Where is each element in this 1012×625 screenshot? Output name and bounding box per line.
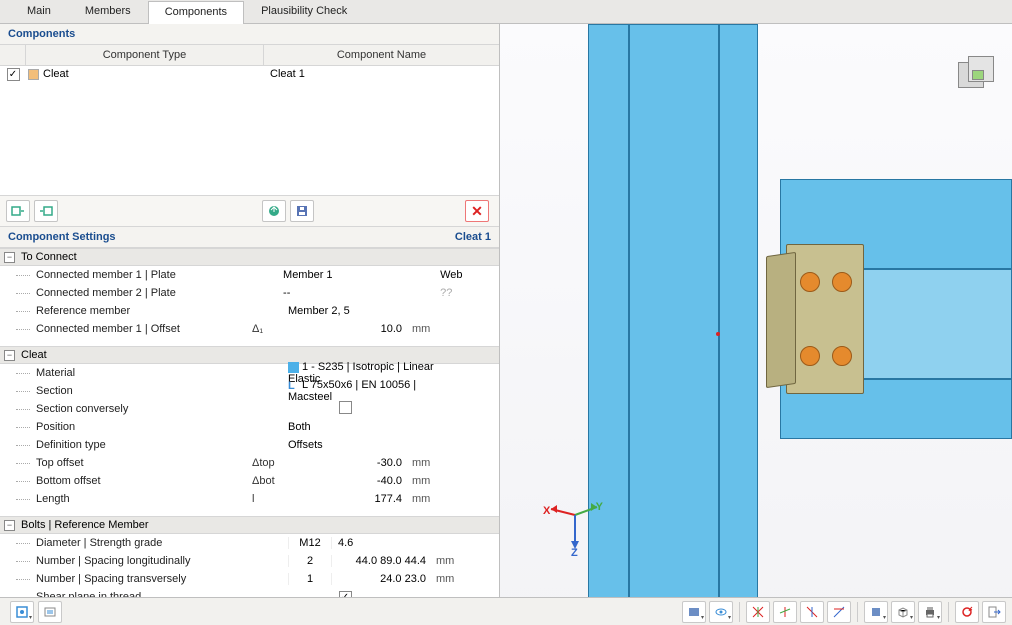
- group-header[interactable]: −Bolts | Reference Member: [0, 516, 499, 534]
- col-component-name[interactable]: Component Name: [264, 45, 499, 65]
- settings-header: Component Settings Cleat 1: [0, 227, 499, 248]
- info-button[interactable]: [38, 601, 62, 623]
- components-header: Components: [0, 24, 499, 45]
- tab-components[interactable]: Components: [148, 1, 244, 24]
- group-header[interactable]: −To Connect: [0, 248, 499, 266]
- property-row[interactable]: Definition typeOffsets: [0, 436, 499, 454]
- collapse-icon[interactable]: −: [4, 520, 15, 531]
- property-row[interactable]: Number | Spacing longitudinally244.0 89.…: [0, 552, 499, 570]
- settings-grid[interactable]: −To ConnectConnected member 1 | PlateMem…: [0, 248, 499, 625]
- property-row[interactable]: Diameter | Strength gradeM124.6: [0, 534, 499, 552]
- axis-neg-x-button[interactable]: [800, 601, 824, 623]
- collapse-icon[interactable]: −: [4, 350, 15, 361]
- expand-all-button[interactable]: [6, 200, 30, 222]
- property-row[interactable]: Reference memberMember 2, 5: [0, 302, 499, 320]
- property-row[interactable]: Connected member 1 | OffsetΔ₁10.0mm: [0, 320, 499, 338]
- shade-button[interactable]: ▾: [864, 601, 888, 623]
- box-button[interactable]: ▾: [891, 601, 915, 623]
- display-button[interactable]: ▾: [682, 601, 706, 623]
- collapse-icon[interactable]: −: [4, 252, 15, 263]
- property-row[interactable]: Number | Spacing transversely124.0 23.0m…: [0, 570, 499, 588]
- row-checkbox[interactable]: ✓: [7, 68, 20, 81]
- delete-button[interactable]: ✕: [465, 200, 489, 222]
- visibility-button[interactable]: ▾: [709, 601, 733, 623]
- left-pane: Components Component Type Component Name…: [0, 24, 500, 625]
- origin-marker: [716, 332, 720, 336]
- tab-members[interactable]: Members: [68, 0, 148, 23]
- property-row[interactable]: PositionBoth: [0, 418, 499, 436]
- property-row[interactable]: Connected member 2 | Plate--??: [0, 284, 499, 302]
- status-bar: ▾ ▾ ▾ ▾ ▾ ▾: [0, 597, 1012, 625]
- col-component-type[interactable]: Component Type: [26, 45, 264, 65]
- axis-y-button[interactable]: [773, 601, 797, 623]
- components-toolbar: ✕: [0, 195, 499, 227]
- collapse-all-button[interactable]: [34, 200, 58, 222]
- tab-plausibility[interactable]: Plausibility Check: [244, 0, 364, 23]
- print-button[interactable]: ▾: [918, 601, 942, 623]
- view-cube[interactable]: [952, 52, 1000, 100]
- table-row[interactable]: ✓ Cleat Cleat 1: [0, 66, 499, 83]
- property-row[interactable]: Connected member 1 | PlateMember 1Web: [0, 266, 499, 284]
- axis-x-button[interactable]: [746, 601, 770, 623]
- tab-main[interactable]: Main: [10, 0, 68, 23]
- cleat-swatch: [28, 69, 39, 80]
- axis-triad: XYZ: [545, 495, 605, 555]
- viewport-3d[interactable]: XYZ: [500, 24, 1012, 625]
- axis-z-button[interactable]: [827, 601, 851, 623]
- components-table: Component Type Component Name ✓ Cleat Cl…: [0, 45, 499, 195]
- exit-button[interactable]: [982, 601, 1006, 623]
- property-row[interactable]: Top offsetΔtop-30.0mm: [0, 454, 499, 472]
- save-button[interactable]: [290, 200, 314, 222]
- view-mode-button[interactable]: ▾: [10, 601, 34, 623]
- property-row[interactable]: Lengthl177.4mm: [0, 490, 499, 508]
- checkbox[interactable]: [339, 401, 352, 414]
- import-button[interactable]: [262, 200, 286, 222]
- property-row[interactable]: Bottom offsetΔbot-40.0mm: [0, 472, 499, 490]
- reset-button[interactable]: [955, 601, 979, 623]
- tab-bar: Main Members Components Plausibility Che…: [0, 0, 1012, 24]
- property-row[interactable]: SectionLL 75x50x6 | EN 10056 | Macsteel: [0, 382, 499, 400]
